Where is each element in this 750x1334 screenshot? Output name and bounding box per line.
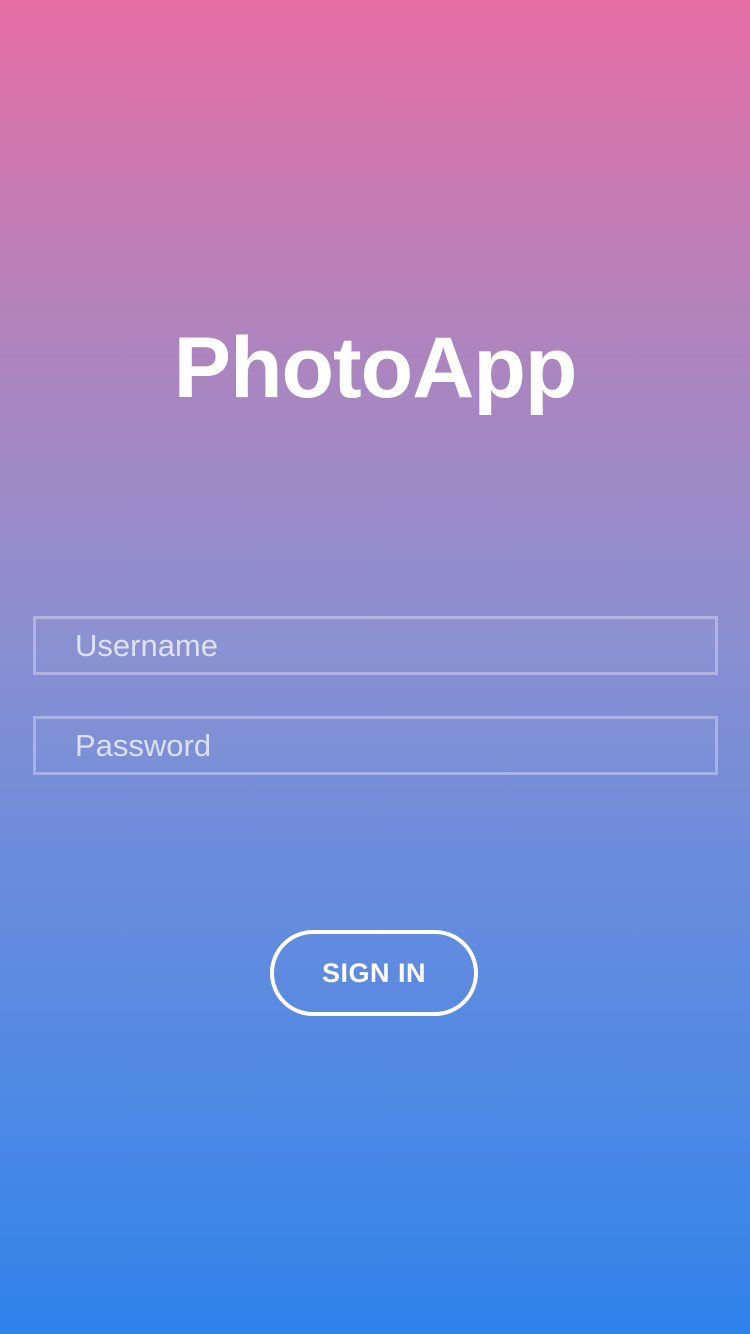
password-field[interactable] <box>33 716 718 775</box>
sign-in-button[interactable]: SIGN IN <box>270 930 478 1016</box>
app-title: PhotoApp <box>173 320 578 416</box>
password-input[interactable] <box>36 719 715 772</box>
username-input[interactable] <box>36 619 715 672</box>
username-field[interactable] <box>33 616 718 675</box>
